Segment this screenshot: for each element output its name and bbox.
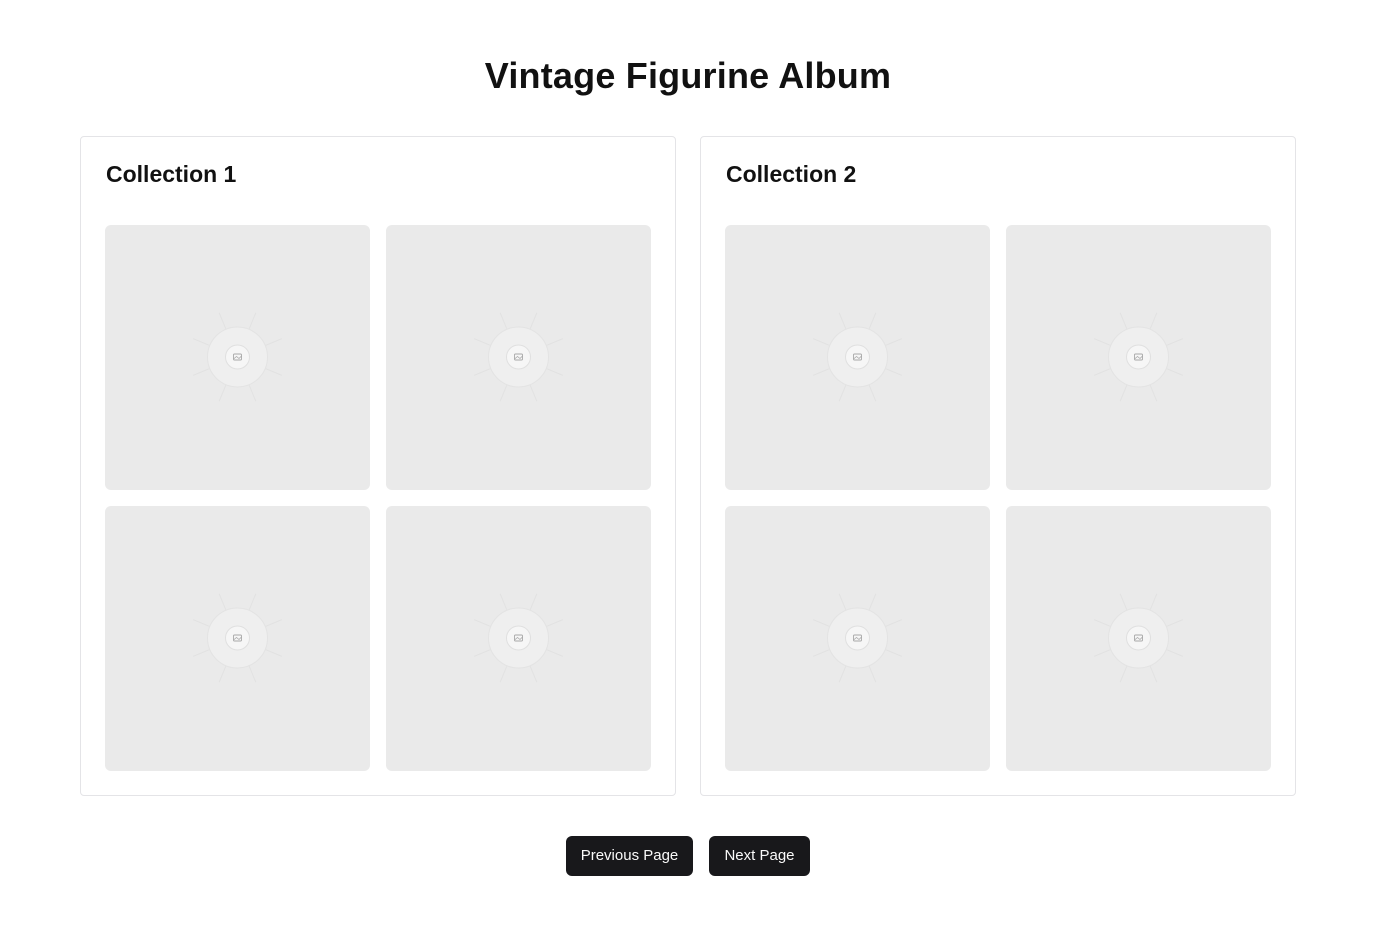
image-placeholder-icon <box>1093 593 1184 683</box>
figurine-image[interactable] <box>1006 225 1271 490</box>
collection-title: Collection 1 <box>106 161 237 187</box>
album-page: Vintage Figurine Album Collection 1 Coll… <box>0 0 1376 932</box>
collection-card: Collection 1 <box>80 136 676 796</box>
image-placeholder-icon <box>812 312 903 402</box>
figurine-image[interactable] <box>386 506 651 771</box>
page-title: Vintage Figurine Album <box>484 55 892 96</box>
figurine-image[interactable] <box>725 506 990 771</box>
figurine-image[interactable] <box>725 225 990 490</box>
image-placeholder-icon <box>473 312 564 402</box>
image-placeholder-icon <box>192 312 283 402</box>
collections-grid: Collection 1 Collection 2 <box>80 136 1296 796</box>
previous-page-button[interactable]: Previous Page <box>566 836 693 876</box>
next-page-button[interactable]: Next Page <box>709 836 810 876</box>
figurine-image[interactable] <box>105 225 370 490</box>
image-placeholder-icon <box>812 593 903 683</box>
image-placeholder-icon <box>1093 312 1184 402</box>
collection-title: Collection 2 <box>726 161 857 187</box>
figurine-image[interactable] <box>105 506 370 771</box>
image-placeholder-icon <box>473 593 564 683</box>
pagination: Previous Page Next Page <box>0 836 1376 876</box>
image-placeholder-icon <box>192 593 283 683</box>
collection-card: Collection 2 <box>700 136 1296 796</box>
figurine-image[interactable] <box>386 225 651 490</box>
figurine-image[interactable] <box>1006 506 1271 771</box>
